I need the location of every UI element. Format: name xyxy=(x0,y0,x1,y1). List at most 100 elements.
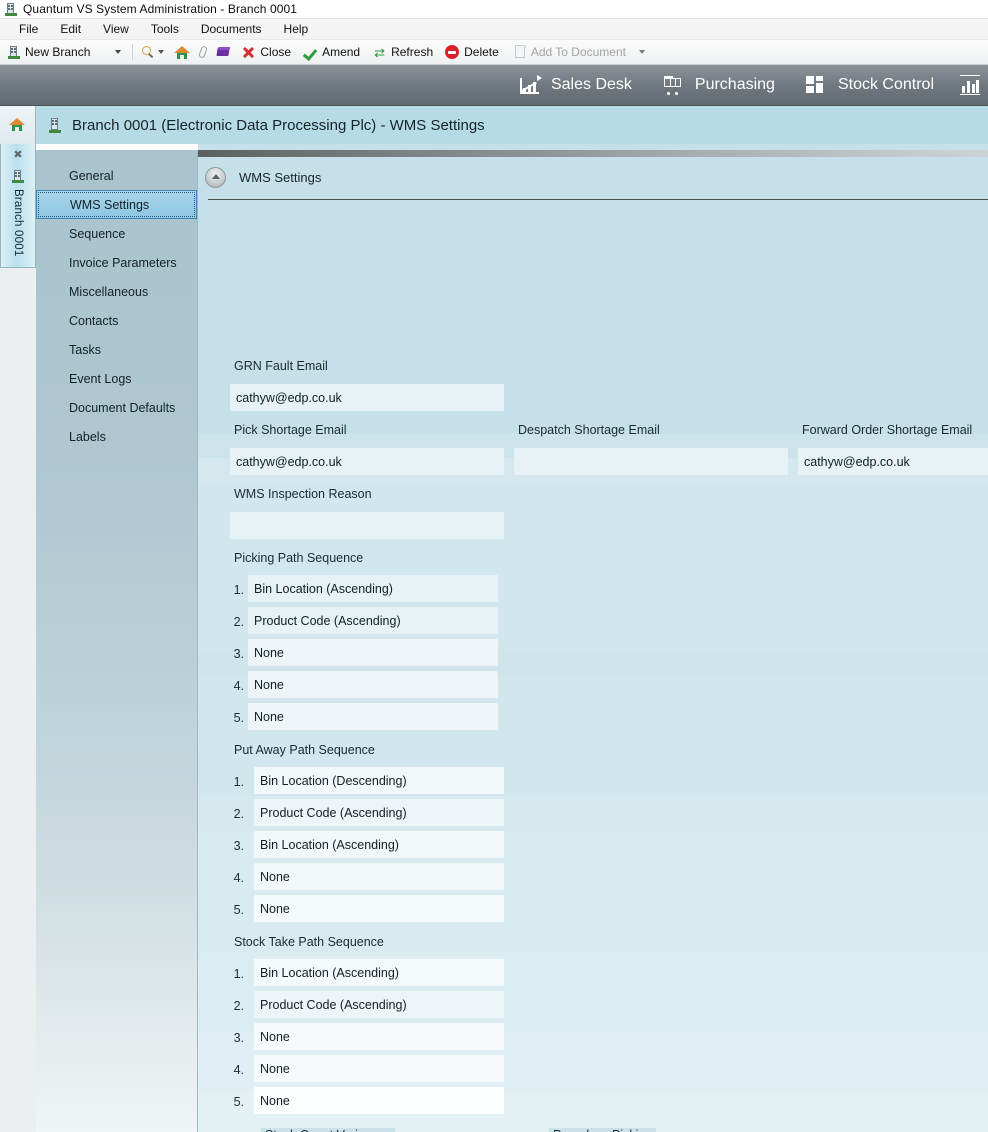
delete-label: Delete xyxy=(464,45,499,59)
sidebar-item-general[interactable]: General xyxy=(36,161,197,190)
chevron-up-icon[interactable] xyxy=(205,166,226,188)
paperclip-icon xyxy=(196,45,210,59)
picking-path-row-3[interactable]: None xyxy=(248,639,498,666)
application-window: Quantum VS System Administration - Branc… xyxy=(0,0,988,1132)
put-away-row-number: 1. xyxy=(233,775,244,789)
put-away-path-sequence-label: Put Away Path Sequence xyxy=(234,743,375,757)
stock-take-row-1[interactable]: Bin Location (Ascending) xyxy=(254,959,504,986)
sidebar-item-event-logs[interactable]: Event Logs xyxy=(36,364,197,393)
vertical-tab-branch-0001[interactable]: ✖ Branch 0001 xyxy=(0,144,36,268)
delete-button[interactable]: Delete xyxy=(442,41,502,63)
menu-item-view[interactable]: View xyxy=(92,20,140,38)
home-icon xyxy=(174,45,191,60)
section-divider xyxy=(208,199,988,200)
nav-item-sales-desk[interactable]: Sales Desk xyxy=(518,74,632,96)
main-content: WMS Settings GRN Fault Email cathyw@edp.… xyxy=(198,144,988,1132)
sidebar-item-document-defaults[interactable]: Document Defaults xyxy=(36,393,197,422)
body: ✖ Branch 0001 General WMS Settings Seque… xyxy=(0,144,988,1132)
picking-path-row-number: 3. xyxy=(233,647,244,661)
horizontal-scrollbar[interactable] xyxy=(198,150,988,157)
attach-button[interactable] xyxy=(193,41,213,63)
book-icon xyxy=(216,45,231,59)
add-to-document-button[interactable]: Add To Document xyxy=(510,41,629,63)
stock-take-row-number: 5. xyxy=(233,1095,244,1109)
home-tab-button[interactable] xyxy=(0,106,36,144)
nav-label-sales-desk: Sales Desk xyxy=(550,76,632,93)
grn-fault-email-input[interactable]: cathyw@edp.co.uk xyxy=(230,384,504,411)
bar-chart-icon xyxy=(960,75,980,95)
amend-label: Amend xyxy=(322,45,361,59)
sidebar-item-invoice-parameters[interactable]: Invoice Parameters xyxy=(36,248,197,277)
page-header: Branch 0001 (Electronic Data Processing … xyxy=(0,106,988,144)
page-title: Branch 0001 (Electronic Data Processing … xyxy=(72,116,485,134)
wms-inspection-reason-label: WMS Inspection Reason xyxy=(234,487,372,501)
title-bar: Quantum VS System Administration - Branc… xyxy=(0,0,988,18)
sidebar-item-miscellaneous[interactable]: Miscellaneous xyxy=(36,277,197,306)
amend-button[interactable]: Amend xyxy=(300,41,363,63)
menu-item-documents[interactable]: Documents xyxy=(190,20,273,38)
menu-item-file[interactable]: File xyxy=(8,20,49,38)
put-away-row-3[interactable]: Bin Location (Ascending) xyxy=(254,831,504,858)
pick-shortage-email-input[interactable]: cathyw@edp.co.uk xyxy=(230,448,504,475)
help-book-button[interactable] xyxy=(213,41,234,63)
put-away-row-number: 5. xyxy=(233,903,244,917)
delete-icon xyxy=(445,44,460,60)
forward-order-shortage-email-label: Forward Order Shortage Email xyxy=(802,423,973,437)
picking-path-row-1[interactable]: Bin Location (Ascending) xyxy=(248,575,498,602)
despatch-shortage-email-input[interactable] xyxy=(514,448,788,475)
refresh-button[interactable]: ⇄ Refresh xyxy=(369,41,436,63)
picking-path-row-4[interactable]: None xyxy=(248,671,498,698)
stock-take-row-3[interactable]: None xyxy=(254,1023,504,1050)
menu-item-edit[interactable]: Edit xyxy=(49,20,92,38)
sidebar-item-contacts[interactable]: Contacts xyxy=(36,306,197,335)
picking-path-row-number: 5. xyxy=(233,711,244,725)
grn-fault-email-label: GRN Fault Email xyxy=(234,359,328,373)
stock-take-row-2[interactable]: Product Code (Ascending) xyxy=(254,991,504,1018)
nav-item-reports[interactable] xyxy=(960,75,980,95)
stock-take-row-number: 1. xyxy=(233,967,244,981)
sidebar-item-sequence[interactable]: Sequence xyxy=(36,219,197,248)
sidebar-item-tasks[interactable]: Tasks xyxy=(36,335,197,364)
picking-path-sequence-label: Picking Path Sequence xyxy=(234,551,364,565)
close-label: Close xyxy=(260,45,292,59)
search-button[interactable] xyxy=(138,41,171,63)
menu-item-tools[interactable]: Tools xyxy=(140,20,190,38)
put-away-row-number: 2. xyxy=(233,807,244,821)
picking-path-row-2[interactable]: Product Code (Ascending) xyxy=(248,607,498,634)
put-away-row-5[interactable]: None xyxy=(254,895,504,922)
magnifier-icon xyxy=(141,45,155,59)
stock-take-path-sequence-label: Stock Take Path Sequence xyxy=(234,935,384,949)
picking-path-row-number: 4. xyxy=(233,679,244,693)
stock-take-row-5[interactable]: None xyxy=(254,1087,504,1114)
toolbar: New Branch Close Amend ⇄ Refresh Delete … xyxy=(0,39,988,65)
section-header: WMS Settings xyxy=(198,160,988,194)
nav-item-stock-control[interactable]: Stock Control xyxy=(805,74,934,96)
stock-take-row-number: 4. xyxy=(233,1063,244,1077)
stock-count-variances-title: Stock Count Variances xyxy=(261,1128,396,1132)
wms-inspection-reason-input[interactable] xyxy=(230,512,504,539)
close-button[interactable]: Close xyxy=(238,41,294,63)
stock-take-row-4[interactable]: None xyxy=(254,1055,504,1082)
sidebar-item-labels[interactable]: Labels xyxy=(36,422,197,451)
new-branch-dropdown-icon[interactable] xyxy=(115,50,122,54)
put-away-row-4[interactable]: None xyxy=(254,863,504,890)
menu-item-help[interactable]: Help xyxy=(273,20,320,38)
toolbar-separator xyxy=(132,44,134,60)
refresh-icon: ⇄ xyxy=(374,44,386,60)
put-away-row-2[interactable]: Product Code (Ascending) xyxy=(254,799,504,826)
search-dropdown-icon[interactable] xyxy=(158,50,165,54)
sidebar-nav: General WMS Settings Sequence Invoice Pa… xyxy=(36,150,198,1132)
sidebar-item-wms-settings[interactable]: WMS Settings xyxy=(36,190,197,219)
nav-item-purchasing[interactable]: Purchasing xyxy=(662,74,775,96)
put-away-row-1[interactable]: Bin Location (Descending) xyxy=(254,767,504,794)
picking-path-row-5[interactable]: None xyxy=(248,703,498,730)
branch-icon xyxy=(11,169,25,183)
forward-order-shortage-email-input[interactable]: cathyw@edp.co.uk xyxy=(798,448,988,475)
vertical-tab-strip: ✖ Branch 0001 xyxy=(0,144,36,1132)
add-to-document-dropdown-icon[interactable] xyxy=(638,50,645,54)
shopping-cart-icon xyxy=(662,74,686,96)
branch-icon xyxy=(7,45,21,59)
home-button[interactable] xyxy=(171,41,193,63)
new-branch-button[interactable]: New Branch xyxy=(4,41,93,63)
close-icon[interactable]: ✖ xyxy=(13,150,22,161)
